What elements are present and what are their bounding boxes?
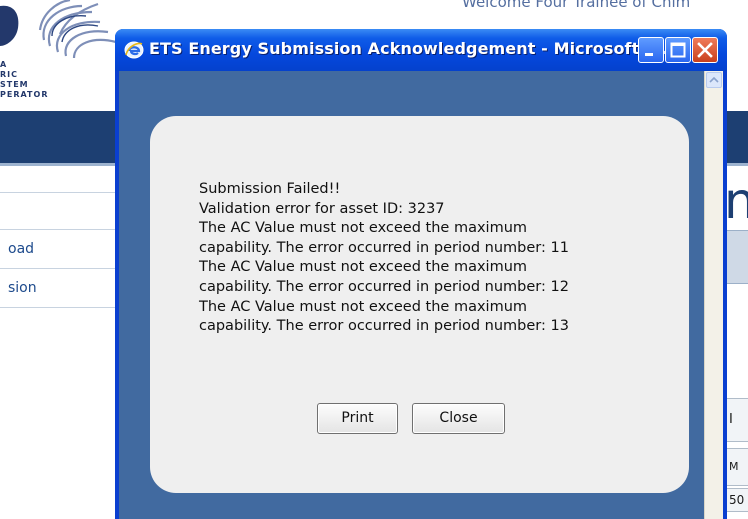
- close-window-button[interactable]: [692, 37, 718, 63]
- window-title: ETS Energy Submission Acknowledgement - …: [149, 39, 682, 58]
- message-line: capability. The error occurred in period…: [199, 239, 569, 256]
- vertical-scrollbar[interactable]: [704, 71, 723, 519]
- page-heading-fragment: n: [724, 172, 748, 230]
- chevron-up-icon: [709, 76, 719, 83]
- print-button[interactable]: Print: [317, 403, 398, 434]
- logo-line: RIC: [0, 70, 19, 79]
- logo-line: PERATOR: [0, 90, 49, 99]
- message-line: The AC Value must not exceed the maximum: [199, 220, 528, 237]
- close-icon: [697, 42, 713, 58]
- message-line: Submission Failed!!: [199, 181, 341, 197]
- side-menu-item-upload[interactable]: oad: [0, 230, 122, 269]
- message-line: capability. The error occurred in period…: [199, 278, 569, 295]
- popup-window: ETS Energy Submission Acknowledgement - …: [115, 29, 727, 519]
- logo-line: STEM: [0, 80, 29, 89]
- logo-line: A: [0, 60, 8, 69]
- message-line: Validation error for asset ID: 3237: [199, 200, 445, 217]
- message-line: capability. The error occurred in period…: [199, 318, 569, 335]
- internet-explorer-icon: [124, 41, 144, 59]
- side-menu-blank: [0, 193, 122, 230]
- side-menu: oad sion: [0, 192, 122, 308]
- title-bar[interactable]: ETS Energy Submission Acknowledgement - …: [115, 29, 727, 71]
- welcome-text: Welcome Four Trainee of Chim: [462, 0, 691, 11]
- message-panel: Submission Failed!! Validation error for…: [150, 116, 689, 493]
- window-client-area: Submission Failed!! Validation error for…: [119, 71, 723, 519]
- minimize-icon: [645, 53, 653, 56]
- company-logo: A RIC STEM PERATOR: [0, 0, 120, 110]
- minimize-button[interactable]: [638, 37, 664, 63]
- close-button[interactable]: Close: [412, 403, 505, 434]
- message-line: The AC Value must not exceed the maximum: [199, 259, 528, 276]
- side-menu-item-submission[interactable]: sion: [0, 269, 122, 308]
- maximize-button[interactable]: [665, 37, 691, 63]
- error-message: Submission Failed!! Validation error for…: [199, 180, 669, 337]
- scroll-up-button[interactable]: [706, 72, 722, 88]
- maximize-icon: [670, 42, 686, 58]
- logo-text: A RIC STEM PERATOR: [0, 60, 48, 100]
- message-line: The AC Value must not exceed the maximum: [199, 298, 528, 315]
